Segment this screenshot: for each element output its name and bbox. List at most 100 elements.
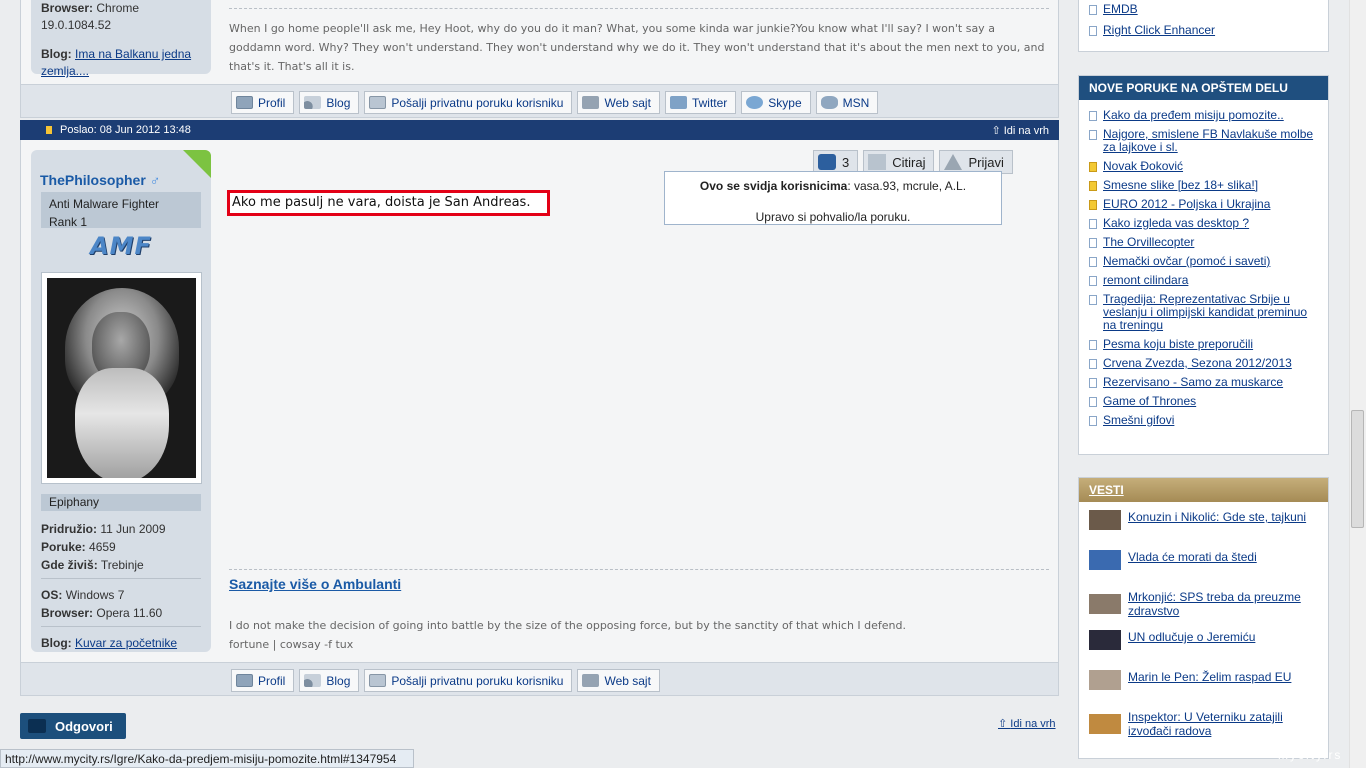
user-blog: Blog: Kuvar za početnike [41, 636, 178, 650]
button-profil[interactable]: Profil [231, 91, 295, 114]
new-post-link[interactable]: Tragedija: Reprezentativac Srbije u vesl… [1103, 292, 1307, 332]
button-blog[interactable]: Blog [299, 669, 360, 692]
hot-topic-icon [1089, 181, 1097, 191]
button-msn[interactable]: MSN [815, 91, 879, 114]
news-link[interactable]: UN odlučuje o Jeremiću [1128, 630, 1255, 644]
news-link[interactable]: Vlada će morati da štedi [1128, 550, 1257, 564]
new-posts-list: Kako da pređem misiju pomozite.. Najgore,… [1079, 100, 1328, 427]
profile-icon [236, 96, 253, 109]
news-item: Marin le Pen: Želim raspad EU [1089, 670, 1318, 710]
button-web[interactable]: Web sajt [577, 669, 660, 692]
list-item: EMDB [1089, 3, 1318, 16]
topic-icon [1089, 219, 1097, 229]
list-item: Smešni gifovi [1089, 414, 1318, 427]
list-item: Right Click Enhancer [1089, 24, 1318, 37]
news-thumbnail[interactable] [1089, 510, 1121, 530]
avatar-image [47, 278, 196, 478]
post-body: ThePhilosopher ♂ Anti Malware Fighter Ran… [20, 140, 1059, 662]
list-item: Novak Đoković [1089, 160, 1318, 173]
new-post-link[interactable]: remont cilindara [1103, 273, 1188, 287]
new-post-link[interactable]: Crvena Zvezda, Sezona 2012/2013 [1103, 356, 1292, 370]
new-post-link[interactable]: Smesne slike [bez 18+ slika!] [1103, 178, 1258, 192]
news-item: Mrkonjić: SPS treba da preuzme zdravstvo [1089, 590, 1318, 630]
scrollbar[interactable] [1349, 0, 1366, 768]
user-os: OS: Windows 7 [41, 588, 125, 602]
hot-topic-icon [1089, 200, 1097, 210]
msn-icon [820, 96, 838, 109]
list-item: Smesne slike [bez 18+ slika!] [1089, 179, 1318, 192]
button-twitter[interactable]: Twitter [664, 91, 737, 114]
status-bar-url: http://www.mycity.rs/Igre/Kako-da-predje… [0, 749, 414, 768]
www-icon [582, 674, 600, 687]
scrollbar-thumb[interactable] [1351, 410, 1364, 528]
user-title: Epiphany [41, 494, 201, 511]
news-link[interactable]: Mrkonjić: SPS treba da preuzme zdravstvo [1128, 590, 1301, 618]
button-skype[interactable]: Skype [741, 91, 811, 114]
topic-icon [1089, 111, 1097, 121]
news-thumbnail[interactable] [1089, 714, 1121, 734]
news-link[interactable]: Inspektor: U Veterniku zatajili izvođači… [1128, 710, 1283, 738]
new-post-link[interactable]: Rezervisano - Samo za muskarce [1103, 375, 1283, 389]
news-thumbnail[interactable] [1089, 670, 1121, 690]
news-link[interactable]: Marin le Pen: Želim raspad EU [1128, 670, 1291, 684]
go-to-top-link[interactable]: ⇧ Idi na vrh [991, 124, 1049, 137]
topic-icon [1089, 295, 1097, 305]
list-item: Game of Thrones [1089, 395, 1318, 408]
new-post-link[interactable]: The Orvillecopter [1103, 235, 1194, 249]
divider [41, 578, 201, 579]
bullet-icon [1089, 5, 1097, 15]
news-thumbnail[interactable] [1089, 550, 1121, 570]
new-post-link[interactable]: Smešni gifovi [1103, 413, 1174, 427]
list-item: Rezervisano - Samo za muskarce [1089, 376, 1318, 389]
new-post-link[interactable]: Kako da pređem misiju pomozite.. [1103, 108, 1284, 122]
button-poalji[interactable]: Pošalji privatnu poruku korisniku [364, 669, 573, 692]
signature-divider [229, 569, 1049, 570]
post-header: Poslao: 08 Jun 2012 13:48 ⇧ Idi na vrh [20, 120, 1059, 140]
news-item: Konuzin i Nikolić: Gde ste, tajkuni [1089, 510, 1318, 550]
skype-icon [746, 96, 764, 109]
topic-icon [1089, 397, 1097, 407]
news-thumbnail[interactable] [1089, 594, 1121, 614]
new-post-link[interactable]: EURO 2012 - Poljska i Ukrajina [1103, 197, 1270, 211]
post-date: Poslao: 08 Jun 2012 13:48 [46, 124, 191, 136]
new-post-link[interactable]: Najgore, smislene FB Navlakuše molbe za … [1103, 127, 1313, 154]
new-post-link[interactable]: Game of Thrones [1103, 394, 1196, 408]
news-title[interactable]: VESTI [1079, 478, 1328, 502]
user-blog-link[interactable]: Kuvar za početnike [75, 636, 177, 650]
rss-icon [304, 96, 322, 109]
new-post-link[interactable]: Kako izgleda vas desktop ? [1103, 216, 1249, 230]
reply-button[interactable]: Odgovori [20, 713, 126, 739]
news-panel: VESTI Konuzin i Nikolić: Gde ste, tajkun… [1078, 477, 1329, 759]
list-item: Crvena Zvezda, Sezona 2012/2013 [1089, 357, 1318, 370]
user-box: ThePhilosopher ♂ Anti Malware Fighter Ran… [31, 150, 211, 652]
list-item: Pesma koju biste preporučili [1089, 338, 1318, 351]
user-system: OS: Windows 7 Browser: Opera 11.60 [41, 586, 206, 622]
previous-user-box: Browser: Chrome 19.0.1084.52 Blog: Ima n… [31, 0, 211, 78]
bottom-go-to-top-link[interactable]: ⇧ Idi na vrh [998, 717, 1056, 730]
button-web[interactable]: Web sajt [577, 91, 660, 114]
sidebar-top-links: EMDB Right Click Enhancer [1079, 0, 1328, 37]
new-post-link[interactable]: Novak Đoković [1103, 159, 1183, 173]
user-name[interactable]: ThePhilosopher ♂ [40, 172, 160, 188]
signature-link[interactable]: Saznajte više o Ambulanti [229, 576, 401, 592]
button-profil[interactable]: Profil [231, 669, 295, 692]
previous-blog: Blog: Ima na Balkanu jedna zemlja.... [41, 47, 192, 78]
news-item: Vlada će morati da štedi [1089, 550, 1318, 590]
button-blog[interactable]: Blog [299, 91, 360, 114]
sidebar-link[interactable]: EMDB [1103, 2, 1138, 16]
sidebar-link[interactable]: Right Click Enhancer [1103, 23, 1215, 37]
new-post-link[interactable]: Nemački ovčar (pomoć i saveti) [1103, 254, 1270, 268]
previous-post-button-bar: Profil Blog Pošalji privatnu poruku korisn… [20, 84, 1059, 118]
list-item: Nemački ovčar (pomoć i saveti) [1089, 255, 1318, 268]
bullet-icon [1089, 26, 1097, 36]
list-item: Kako da pređem misiju pomozite.. [1089, 109, 1318, 122]
mail-icon [369, 96, 387, 109]
new-post-link[interactable]: Pesma koju biste preporučili [1103, 337, 1253, 351]
news-thumbnail[interactable] [1089, 630, 1121, 650]
button-poalji[interactable]: Pošalji privatnu poruku korisniku [364, 91, 573, 114]
sidebar-top-panel: EMDB Right Click Enhancer [1078, 0, 1329, 52]
list-item: Najgore, smislene FB Navlakuše molbe za … [1089, 128, 1318, 154]
news-link[interactable]: Konuzin i Nikolić: Gde ste, tajkuni [1128, 510, 1306, 524]
list-item: EURO 2012 - Poljska i Ukrajina [1089, 198, 1318, 211]
previous-post-buttons: Profil Blog Pošalji privatnu poruku korisn… [231, 91, 879, 114]
